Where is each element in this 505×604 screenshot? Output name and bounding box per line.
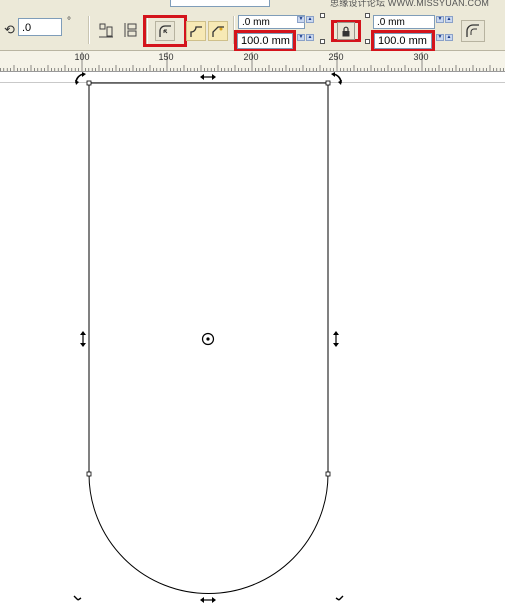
- scale-corners-icon: [466, 24, 479, 37]
- chamfer-corner-button[interactable]: [208, 21, 228, 41]
- drawing-area: [73, 72, 344, 603]
- horizontal-ruler[interactable]: 100 150 200 250 300: [0, 51, 505, 72]
- spin-down-icon[interactable]: ▼: [436, 16, 444, 23]
- node-handle: [86, 471, 92, 477]
- corner-marker: [365, 13, 370, 18]
- rotation-input[interactable]: .0: [18, 18, 62, 36]
- corner-radius-bottom-right[interactable]: 100.0 mm: [374, 33, 432, 49]
- skew-handle-icon[interactable]: [333, 331, 339, 347]
- center-mark-icon[interactable]: [201, 332, 215, 346]
- rotate-handle-icon[interactable]: [75, 72, 86, 85]
- spin-down-icon[interactable]: ▼: [297, 34, 305, 41]
- rotate-icon: ⟲: [4, 22, 15, 37]
- ruler-label: 250: [328, 52, 344, 62]
- corner-marker: [320, 39, 325, 44]
- spin-up-icon[interactable]: ▲: [306, 34, 314, 41]
- spin-down-icon[interactable]: ▼: [436, 34, 444, 41]
- align-icon[interactable]: [97, 21, 115, 39]
- rotate-handle-icon[interactable]: [335, 595, 344, 601]
- spin-up-icon[interactable]: ▲: [306, 16, 314, 23]
- spin-up-icon[interactable]: ▲: [445, 34, 453, 41]
- node-handle: [325, 471, 331, 477]
- watermark: 思缘设计论坛 WWW.MISSYUAN.COM: [330, 0, 490, 8]
- separator: [88, 16, 90, 44]
- wrap-icon[interactable]: [122, 21, 140, 39]
- top-input-field[interactable]: [170, 0, 270, 7]
- skew-handle-icon[interactable]: [200, 74, 216, 80]
- corner-marker: [320, 13, 325, 18]
- node-handle: [86, 80, 92, 86]
- drawing-canvas[interactable]: [0, 72, 505, 604]
- spin-up-icon[interactable]: ▲: [445, 16, 453, 23]
- round-corner-button[interactable]: [155, 21, 175, 41]
- scale-corners-button[interactable]: [461, 20, 485, 42]
- property-bar: ⟲ .0 ° .0 mm ▼ ▲ 100.0 mm ▼ ▲ .0 mm ▼ ▲ …: [0, 10, 505, 52]
- chamfer-corner-icon: [212, 26, 224, 37]
- lock-icon: [342, 26, 350, 36]
- lock-ratio-button[interactable]: [337, 22, 355, 40]
- rotate-handle-icon[interactable]: [331, 72, 342, 85]
- corner-radius-bottom-left[interactable]: 100.0 mm: [237, 33, 293, 49]
- skew-handle-icon[interactable]: [80, 331, 86, 347]
- scalloped-corner-icon: [190, 26, 202, 37]
- rotate-handle-icon[interactable]: [73, 595, 82, 601]
- round-corner-icon: [159, 25, 171, 37]
- ruler-label: 150: [158, 52, 174, 62]
- degree-symbol: °: [67, 16, 71, 27]
- ruler-label: 300: [413, 52, 429, 62]
- spin-down-icon[interactable]: ▼: [297, 16, 305, 23]
- ruler-label: 200: [243, 52, 259, 62]
- corner-radius-top-left[interactable]: .0 mm: [238, 15, 305, 29]
- skew-handle-icon[interactable]: [200, 597, 216, 603]
- ruler-label: 100: [74, 52, 90, 62]
- corner-radius-top-right[interactable]: .0 mm: [373, 15, 435, 29]
- corner-marker: [365, 39, 370, 44]
- scalloped-corner-button[interactable]: [186, 21, 206, 41]
- node-handle: [325, 80, 331, 86]
